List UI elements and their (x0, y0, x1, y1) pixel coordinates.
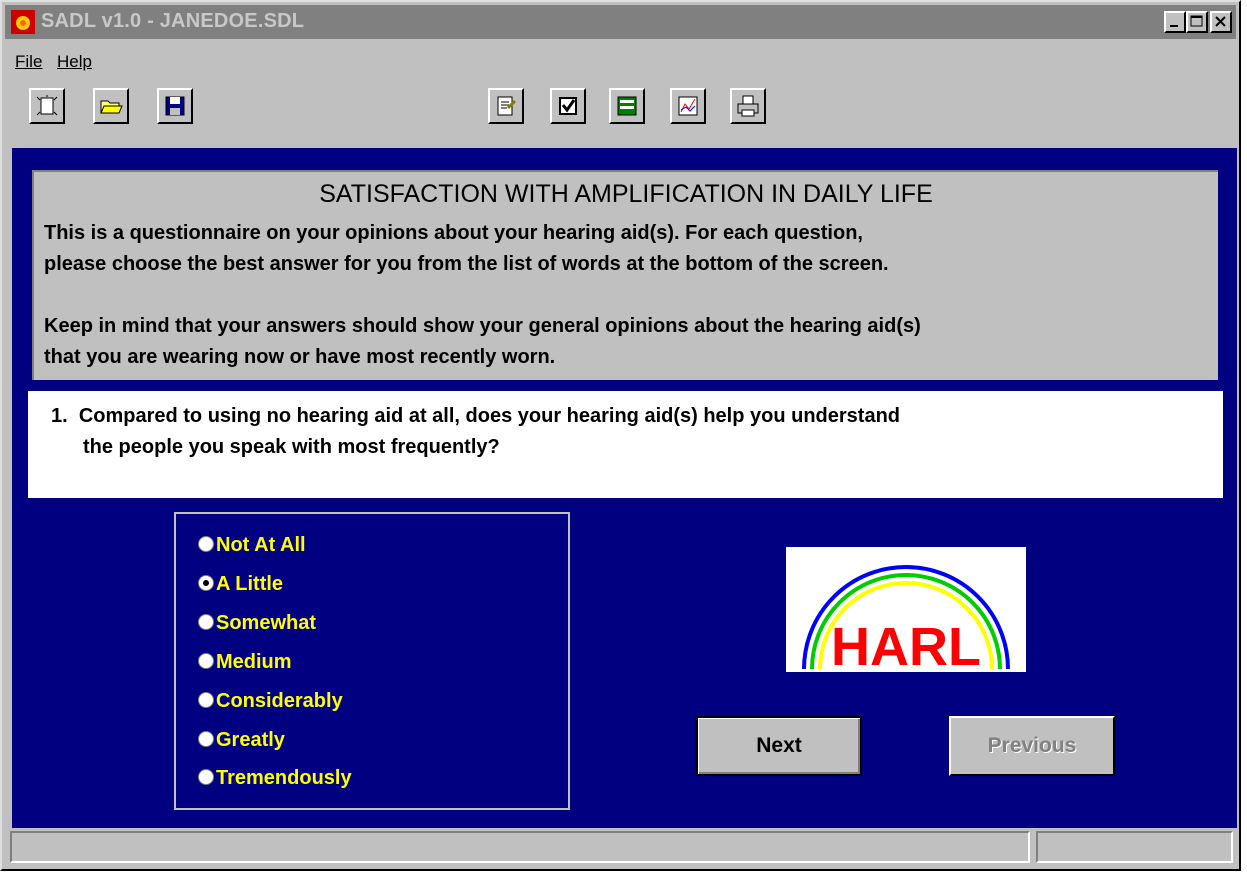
toolbar (5, 76, 1236, 128)
menu-bar: File Help (5, 42, 1236, 72)
next-button[interactable]: Next (696, 716, 862, 776)
app-icon[interactable] (11, 10, 35, 34)
close-button[interactable] (1210, 11, 1232, 33)
radio-button[interactable] (198, 652, 214, 669)
option-considerably[interactable]: Considerably (198, 690, 343, 718)
minimize-button[interactable] (1164, 11, 1186, 33)
form-button[interactable] (609, 88, 645, 124)
minimize-icon (1170, 25, 1178, 27)
maximize-button[interactable] (1186, 11, 1208, 33)
option-label: Somewhat (216, 612, 317, 634)
option-not-at-all[interactable]: Not At All (198, 534, 306, 562)
print-icon (737, 95, 759, 117)
question-line-1: Compared to using no hearing aid at all,… (78, 405, 901, 427)
radio-button[interactable] (198, 535, 214, 552)
title-bar[interactable]: SADL v1.0 - JANEDOE.SDL (5, 5, 1236, 39)
answer-options-group: Not At All A Little Somewhat Medium Cons… (174, 512, 570, 810)
option-label: A Little (216, 573, 284, 595)
instructions-line-2: please choose the best answer for you fr… (44, 253, 889, 275)
option-medium[interactable]: Medium (198, 651, 292, 679)
close-icon (1215, 16, 1226, 27)
question-panel: 1. Compared to using no hearing aid at a… (28, 391, 1223, 498)
app-window: SADL v1.0 - JANEDOE.SDL File Help SATISF… (0, 0, 1241, 871)
question-line-2: the people you speak with most frequentl… (83, 436, 500, 458)
page-title: SATISFACTION WITH AMPLIFICATION IN DAILY… (319, 180, 933, 208)
option-somewhat[interactable]: Somewhat (198, 612, 316, 640)
rainbow-icon: HARL (802, 565, 1010, 677)
instructions-line-4: that you are wearing now or have most re… (44, 346, 556, 368)
instructions-panel: SATISFACTION WITH AMPLIFICATION IN DAILY… (32, 170, 1218, 380)
question-text: 1. Compared to using no hearing aid at a… (51, 401, 1211, 463)
menu-help-label: Help (57, 52, 92, 71)
instructions-line-1: This is a questionnaire on your opinions… (44, 222, 863, 244)
status-pane-secondary (1036, 831, 1233, 863)
new-button[interactable] (29, 88, 65, 124)
question-number: 1. (51, 405, 68, 427)
option-greatly[interactable]: Greatly (198, 729, 285, 757)
save-button[interactable] (157, 88, 193, 124)
option-label: Greatly (216, 729, 285, 751)
graph-icon (678, 96, 698, 116)
status-bar (10, 831, 1235, 867)
radio-button-selected[interactable] (198, 574, 214, 591)
new-icon (36, 95, 58, 116)
radio-button[interactable] (198, 613, 214, 630)
edit-document-icon (497, 96, 517, 116)
status-pane-main (10, 831, 1030, 863)
next-button-label: Next (756, 734, 802, 757)
check-button[interactable] (550, 88, 586, 124)
main-panel: SATISFACTION WITH AMPLIFICATION IN DAILY… (12, 148, 1237, 828)
previous-button-label: Previous (987, 734, 1077, 757)
previous-button[interactable]: Previous (949, 716, 1115, 776)
radio-button[interactable] (198, 691, 214, 708)
checkbox-icon (559, 97, 577, 115)
logo-text: HARL (831, 617, 981, 672)
form-icon (617, 96, 637, 116)
graph-button[interactable] (670, 88, 706, 124)
instructions-line-3: Keep in mind that your answers should sh… (44, 315, 921, 337)
menu-help[interactable]: Help (57, 52, 92, 72)
maximize-icon (1190, 15, 1203, 27)
menu-file-label: File (15, 52, 43, 71)
option-label: Tremendously (216, 767, 352, 789)
option-tremendously[interactable]: Tremendously (198, 767, 352, 795)
open-folder-icon (100, 100, 123, 114)
save-icon (165, 96, 185, 116)
edit-button[interactable] (488, 88, 524, 124)
option-label: Not At All (216, 534, 306, 556)
harl-logo: HARL (786, 547, 1026, 677)
print-button[interactable] (730, 88, 766, 124)
radio-button[interactable] (198, 730, 214, 747)
open-button[interactable] (93, 88, 129, 124)
radio-button[interactable] (198, 768, 214, 785)
option-a-little[interactable]: A Little (198, 573, 283, 601)
window-title: SADL v1.0 - JANEDOE.SDL (41, 10, 305, 32)
option-label: Medium (216, 651, 292, 673)
menu-file[interactable]: File (15, 52, 42, 72)
option-label: Considerably (216, 690, 343, 712)
